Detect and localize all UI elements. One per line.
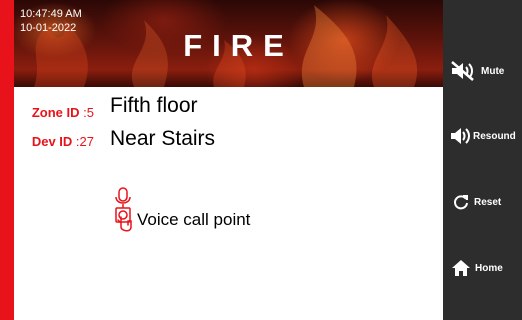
- home-icon: [452, 260, 470, 276]
- reset-button[interactable]: Reset: [443, 185, 522, 219]
- fire-banner: 10:47:49 AM 10-01-2022 FIRE: [14, 0, 443, 87]
- dev-id-value: :27: [75, 134, 94, 149]
- speaker-muted-icon: [451, 61, 474, 81]
- resound-label: Resound: [473, 130, 516, 142]
- device-type: Voice call point: [137, 210, 251, 229]
- home-button[interactable]: Home: [443, 251, 522, 285]
- dev-id-label: Dev ID :27: [14, 134, 94, 149]
- mute-label: Mute: [481, 65, 505, 77]
- dev-id-caption: Dev ID: [31, 134, 73, 149]
- mute-button[interactable]: Mute: [443, 54, 522, 88]
- zone-name: Fifth floor: [110, 94, 198, 117]
- speaker-sound-icon: [451, 128, 470, 144]
- device-location: Near Stairs: [110, 127, 216, 150]
- alarm-title: FIRE: [183, 28, 294, 63]
- zone-id-label: Zone ID :5: [14, 105, 94, 120]
- reset-icon: [454, 195, 468, 210]
- resound-button[interactable]: Resound: [443, 119, 522, 153]
- alarm-screen: 10:47:49 AM 10-01-2022 FIRE Zone ID :5 F…: [0, 0, 522, 320]
- zone-id-value: :5: [83, 105, 94, 120]
- reset-label: Reset: [474, 196, 502, 208]
- sidebar: Mute Resound Reset Home: [443, 0, 522, 320]
- clock-time: 10:47:49 AM: [20, 8, 82, 20]
- home-label: Home: [475, 262, 503, 274]
- voice-call-point-icon: [115, 187, 132, 232]
- zone-id-caption: Zone ID: [31, 105, 80, 120]
- alarm-details: Zone ID :5 Fifth floor Dev ID :27 Near S…: [14, 87, 443, 320]
